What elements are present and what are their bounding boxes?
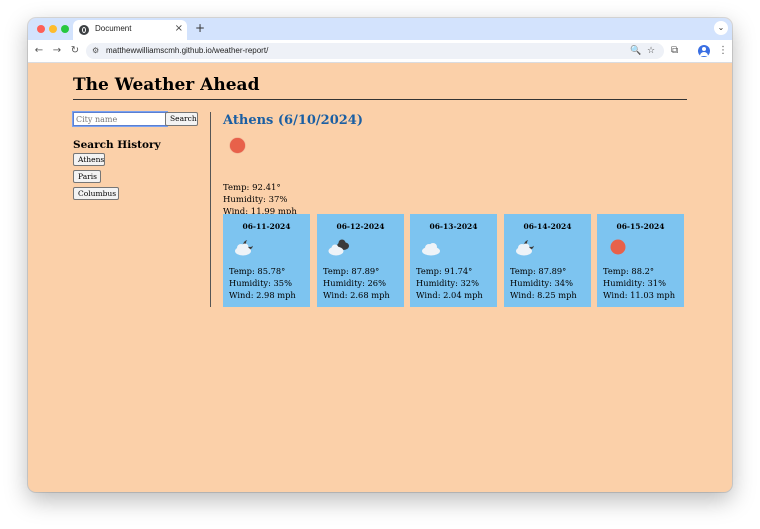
history-button-columbus[interactable]: Columbus — [73, 187, 119, 200]
forecast-wind: Wind: 2.68 mph — [323, 290, 390, 300]
sun-icon — [607, 238, 631, 258]
close-tab-icon[interactable]: × — [175, 23, 183, 35]
partly-cloudy-night-icon — [514, 238, 538, 258]
forecast-date: 06-12-2024 — [336, 222, 385, 231]
forecast-wind: Wind: 2.98 mph — [229, 290, 296, 300]
bookmark-star-icon[interactable]: ☆ — [647, 45, 655, 57]
history-button-paris[interactable]: Paris — [73, 170, 101, 183]
forecast-card: 06-12-2024 Temp: 87.89° Humidity: 26% Wi… — [317, 214, 404, 307]
partly-cloudy-night-icon — [233, 238, 257, 258]
url-text[interactable]: matthewwilliamscmh.github.io/weather-rep… — [106, 46, 268, 56]
column-divider — [210, 112, 211, 307]
forecast-humidity: Humidity: 34% — [510, 278, 573, 288]
close-window-button[interactable] — [37, 25, 45, 33]
current-city-heading: Athens (6/10/2024) — [223, 113, 363, 128]
site-info-icon[interactable]: ⚙ — [92, 46, 99, 56]
forecast-date: 06-14-2024 — [523, 222, 572, 231]
forecast-temp: Temp: 85.78° — [229, 266, 286, 276]
browser-menu-icon[interactable]: ⋮ — [718, 43, 728, 59]
forecast-temp: Temp: 87.89° — [323, 266, 380, 276]
page-title: The Weather Ahead — [73, 75, 260, 95]
forecast-humidity: Humidity: 32% — [416, 278, 479, 288]
forecast-humidity: Humidity: 26% — [323, 278, 386, 288]
history-button-athens[interactable]: Athens — [73, 153, 105, 166]
city-search-input[interactable] — [72, 111, 168, 127]
forecast-date: 06-13-2024 — [429, 222, 478, 231]
forecast-wind: Wind: 8.25 mph — [510, 290, 577, 300]
tab-strip: Document × + ⌄ — [28, 18, 732, 40]
forecast-card: 06-14-2024 Temp: 87.89° Humidity: 34% Wi… — [504, 214, 591, 307]
forecast-temp: Temp: 88.2° — [603, 266, 655, 276]
forecast-date: 06-15-2024 — [616, 222, 665, 231]
tab-search-button[interactable]: ⌄ — [714, 21, 728, 35]
forecast-humidity: Humidity: 31% — [603, 278, 666, 288]
minimize-window-button[interactable] — [49, 25, 57, 33]
forecast-temp: Temp: 91.74° — [416, 266, 473, 276]
forecast-card: 06-11-2024 Temp: 85.78° Humidity: 35% Wi… — [223, 214, 310, 307]
browser-toolbar: ← → ↻ ⚙ matthewwilliamscmh.github.io/wea… — [28, 40, 732, 63]
address-bar[interactable]: ⚙ matthewwilliamscmh.github.io/weather-r… — [86, 43, 664, 59]
title-divider — [73, 99, 687, 100]
forecast-wind: Wind: 2.04 mph — [416, 290, 483, 300]
forecast-temp: Temp: 87.89° — [510, 266, 567, 276]
cloud-icon — [420, 238, 444, 258]
forecast-card: 06-13-2024 Temp: 91.74° Humidity: 32% Wi… — [410, 214, 497, 307]
current-temp: Temp: 92.41° — [223, 183, 281, 193]
search-history-heading: Search History — [73, 139, 161, 151]
zoom-icon[interactable]: 🔍 — [630, 45, 641, 57]
profile-avatar[interactable] — [698, 45, 710, 57]
forecast-wind: Wind: 11.03 mph — [603, 290, 676, 300]
back-button[interactable]: ← — [32, 43, 46, 59]
forecast-date: 06-11-2024 — [242, 222, 291, 231]
extensions-icon[interactable]: ⧉ — [671, 43, 678, 59]
forecast-card: 06-15-2024 Temp: 88.2° Humidity: 31% Win… — [597, 214, 684, 307]
current-humidity: Humidity: 37% — [223, 195, 288, 205]
sun-icon — [230, 138, 245, 153]
maximize-window-button[interactable] — [61, 25, 69, 33]
browser-window: Document × + ⌄ ← → ↻ ⚙ matthewwilliamscm… — [28, 18, 732, 492]
tab-title: Document — [95, 24, 132, 33]
new-tab-button[interactable]: + — [195, 21, 205, 35]
broken-clouds-icon — [327, 238, 351, 258]
globe-icon — [79, 25, 89, 35]
forecast-humidity: Humidity: 35% — [229, 278, 292, 288]
page-content: The Weather Ahead Search Search History … — [28, 63, 732, 492]
forward-button[interactable]: → — [50, 43, 64, 59]
tab-document[interactable]: Document × — [73, 20, 187, 40]
search-button[interactable]: Search — [165, 112, 198, 126]
reload-button[interactable]: ↻ — [68, 43, 82, 59]
